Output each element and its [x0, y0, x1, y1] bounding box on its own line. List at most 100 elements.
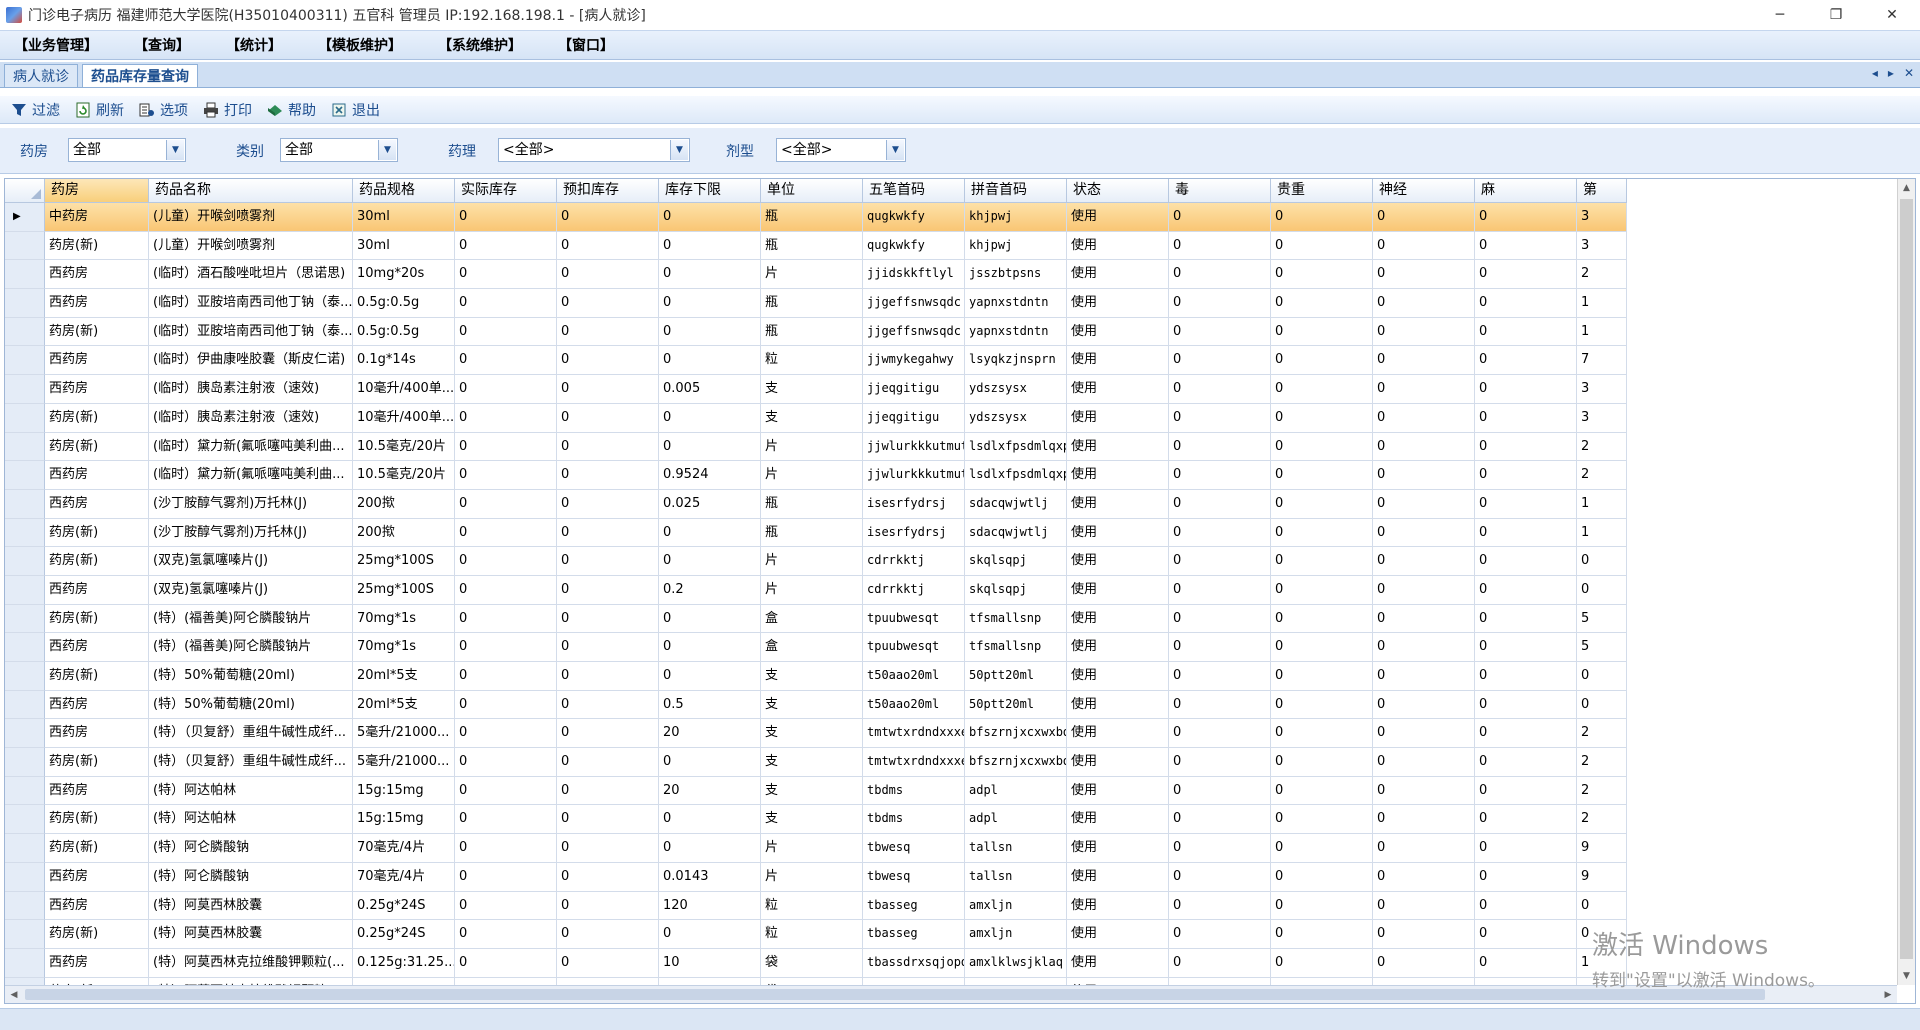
col-pinyin-code-cell[interactable]: tallsn [965, 834, 1067, 863]
col-narcotic-cell[interactable]: 0 [1475, 891, 1577, 921]
col-wubi-code-cell[interactable]: tbwesq [863, 862, 965, 892]
col-actual-stock-cell[interactable]: 0 [455, 920, 557, 949]
col-unit-cell[interactable]: 片 [761, 834, 863, 863]
col-drug-name-cell[interactable]: (特）(福善美)阿仑膦酸钠片 [149, 633, 353, 662]
col-spec-header[interactable]: 药品规格 [353, 179, 455, 203]
col-actual-stock-cell[interactable]: 0 [455, 231, 557, 261]
options-button[interactable]: 选项 [138, 100, 188, 120]
col-extra-cell[interactable]: 3 [1577, 203, 1627, 232]
col-reserved-stock-cell[interactable]: 0 [557, 719, 659, 749]
col-precious-cell[interactable]: 0 [1271, 719, 1373, 749]
col-status-cell[interactable]: 使用 [1067, 748, 1169, 777]
table-row[interactable]: 药房(新) (临时）黛力新(氟哌噻吨美利曲... 10.5毫克/20片 0 0 0 片 jjw… [5, 432, 1627, 462]
col-precious-cell[interactable]: 0 [1271, 834, 1373, 863]
col-narcotic-cell[interactable]: 0 [1475, 862, 1577, 892]
col-status-cell[interactable]: 使用 [1067, 891, 1169, 921]
col-stock-min-cell[interactable]: 10 [659, 948, 761, 978]
scroll-right-icon[interactable]: ▶ [1879, 986, 1897, 1003]
col-psychotropic-cell[interactable]: 0 [1373, 203, 1475, 232]
col-reserved-stock-cell[interactable]: 0 [557, 575, 659, 605]
col-poison-cell[interactable]: 0 [1169, 432, 1271, 462]
col-precious-cell[interactable]: 0 [1271, 489, 1373, 519]
col-unit-cell[interactable]: 袋 [761, 948, 863, 978]
col-stock-min-cell[interactable]: 0 [659, 403, 761, 433]
col-spec-cell[interactable]: 70毫克/4片 [353, 862, 455, 892]
table-row[interactable]: 西药房 (特）50%葡萄糖(20ml) 20ml*5支 0 0 0.5 支 t50aao20m… [5, 690, 1627, 720]
col-poison-cell[interactable]: 0 [1169, 776, 1271, 806]
col-extra-header[interactable]: 第 [1577, 179, 1627, 203]
scroll-down-icon[interactable]: ▼ [1898, 967, 1915, 985]
col-pharmacy-cell[interactable]: 西药房 [45, 948, 149, 978]
row-header[interactable] [5, 834, 45, 863]
col-unit-cell[interactable]: 支 [761, 776, 863, 806]
col-drug-name-cell[interactable]: (特）（贝复舒）重组牛碱性成纤... [149, 748, 353, 777]
col-narcotic-cell[interactable]: 0 [1475, 547, 1577, 576]
col-extra-cell[interactable]: 1 [1577, 518, 1627, 548]
col-actual-stock-cell[interactable]: 0 [455, 289, 557, 318]
col-reserved-stock-cell[interactable]: 0 [557, 203, 659, 232]
vertical-scrollbar[interactable]: ▲ ▼ [1897, 179, 1915, 985]
col-poison-cell[interactable]: 0 [1169, 231, 1271, 261]
row-header[interactable] [5, 662, 45, 691]
col-actual-stock-cell[interactable]: 0 [455, 547, 557, 576]
col-precious-cell[interactable]: 0 [1271, 403, 1373, 433]
col-stock-min-cell[interactable]: 0 [659, 203, 761, 232]
col-drug-name-cell[interactable]: (特）阿仑膦酸钠 [149, 862, 353, 892]
col-poison-cell[interactable]: 0 [1169, 289, 1271, 318]
row-header[interactable] [5, 604, 45, 634]
col-reserved-stock-cell[interactable]: 0 [557, 260, 659, 290]
col-pinyin-code-header[interactable]: 拼音首码 [965, 179, 1067, 203]
col-spec-cell[interactable]: 0.25g*24S [353, 891, 455, 921]
col-reserved-stock-cell[interactable]: 0 [557, 776, 659, 806]
col-stock-min-cell[interactable]: 0 [659, 432, 761, 462]
col-unit-cell[interactable]: 瓶 [761, 489, 863, 519]
col-actual-stock-cell[interactable]: 0 [455, 862, 557, 892]
col-precious-cell[interactable]: 0 [1271, 604, 1373, 634]
col-actual-stock-cell[interactable]: 0 [455, 489, 557, 519]
col-extra-cell[interactable]: 1 [1577, 289, 1627, 318]
col-status-cell[interactable]: 使用 [1067, 346, 1169, 376]
tab-next-icon[interactable]: ▸ [1888, 66, 1894, 80]
col-poison-cell[interactable]: 0 [1169, 489, 1271, 519]
col-actual-stock-cell[interactable]: 0 [455, 948, 557, 978]
col-status-cell[interactable]: 使用 [1067, 375, 1169, 404]
menu-window[interactable]: 【窗口】 [558, 35, 614, 55]
col-narcotic-cell[interactable]: 0 [1475, 260, 1577, 290]
col-narcotic-cell[interactable]: 0 [1475, 432, 1577, 462]
col-status-cell[interactable]: 使用 [1067, 690, 1169, 720]
col-stock-min-cell[interactable]: 0 [659, 317, 761, 347]
table-row[interactable]: 西药房 (特）阿莫西林克拉维酸钾颗粒(... 0.125g:31.25... 0 0 10… [5, 948, 1627, 978]
col-spec-cell[interactable]: 20ml*5支 [353, 662, 455, 691]
col-narcotic-cell[interactable]: 0 [1475, 604, 1577, 634]
col-precious-cell[interactable]: 0 [1271, 690, 1373, 720]
col-drug-name-cell[interactable]: (临时）亚胺培南西司他丁钠（泰... [149, 317, 353, 347]
col-narcotic-cell[interactable]: 0 [1475, 690, 1577, 720]
col-spec-cell[interactable]: 30ml [353, 231, 455, 261]
col-pharmacy-cell[interactable]: 西药房 [45, 633, 149, 662]
col-psychotropic-cell[interactable]: 0 [1373, 891, 1475, 921]
col-precious-cell[interactable]: 0 [1271, 203, 1373, 232]
col-precious-cell[interactable]: 0 [1271, 920, 1373, 949]
col-psychotropic-cell[interactable]: 0 [1373, 604, 1475, 634]
col-actual-stock-cell[interactable]: 0 [455, 203, 557, 232]
col-extra-cell[interactable]: 7 [1577, 346, 1627, 376]
col-wubi-code-cell[interactable]: tbwesq [863, 834, 965, 863]
col-pharmacy-cell[interactable]: 药房(新) [45, 805, 149, 835]
col-reserved-stock-cell[interactable]: 0 [557, 690, 659, 720]
col-extra-cell[interactable]: 0 [1577, 575, 1627, 605]
col-pharmacy-cell[interactable]: 药房(新) [45, 604, 149, 634]
col-extra-cell[interactable]: 2 [1577, 748, 1627, 777]
row-header[interactable] [5, 461, 45, 490]
col-reserved-stock-cell[interactable]: 0 [557, 547, 659, 576]
col-status-cell[interactable]: 使用 [1067, 231, 1169, 261]
col-pinyin-code-cell[interactable]: adpl [965, 805, 1067, 835]
col-status-cell[interactable]: 使用 [1067, 489, 1169, 519]
col-unit-cell[interactable]: 粒 [761, 891, 863, 921]
col-unit-cell[interactable]: 粒 [761, 920, 863, 949]
chevron-down-icon[interactable]: ▼ [378, 140, 396, 160]
tab-drug-stock-query[interactable]: 药品库存量查询 [82, 64, 198, 87]
col-pinyin-code-cell[interactable]: khjpwj [965, 203, 1067, 232]
col-pharmacy-cell[interactable]: 西药房 [45, 575, 149, 605]
col-psychotropic-cell[interactable]: 0 [1373, 461, 1475, 490]
col-narcotic-cell[interactable]: 0 [1475, 805, 1577, 835]
